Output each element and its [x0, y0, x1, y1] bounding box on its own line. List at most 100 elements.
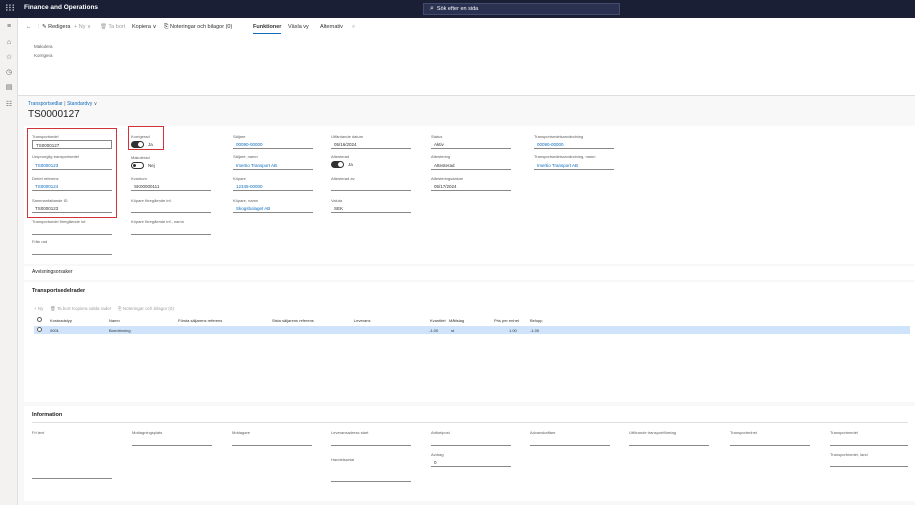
- row-pris[interactable]: 1.00: [509, 328, 517, 333]
- mottagare-field[interactable]: [232, 437, 312, 446]
- fri-text-field[interactable]: [32, 470, 112, 479]
- transportsedel-label: Transportsedel: [32, 134, 59, 139]
- col-namn[interactable]: Namn: [109, 318, 120, 323]
- col-forsta-saljare[interactable]: Första säljarens referens: [178, 318, 222, 323]
- grid-new-button[interactable]: + Ny: [34, 306, 43, 311]
- modules-list-icon[interactable]: ☷: [4, 100, 14, 110]
- tsa-link[interactable]: 00090-00000: [534, 140, 614, 149]
- foregaende-field[interactable]: [32, 226, 112, 235]
- lines-heading[interactable]: Transportsedelrader: [32, 288, 85, 294]
- attesterad-toggle[interactable]: [331, 161, 344, 168]
- ursprunglig-label: Ursprunglig transportsedel: [32, 154, 79, 159]
- fran-rad-field[interactable]: [32, 246, 112, 255]
- avdrag-field[interactable]: 0: [431, 458, 511, 467]
- utforande-field[interactable]: [629, 437, 709, 446]
- favorites-star-icon[interactable]: ☆: [4, 53, 14, 63]
- grid-copy-button[interactable]: Kopiera valda rader: [72, 306, 111, 311]
- transportmedel-field[interactable]: [830, 437, 908, 446]
- fri-text-label: Fri text: [32, 430, 45, 435]
- grid-delete-label: Ta bort: [56, 306, 71, 311]
- information-heading[interactable]: Information: [32, 412, 62, 418]
- row-namn[interactable]: Borrdrivning: [109, 328, 131, 333]
- attestdatum-label: Attesteringsdatum: [431, 176, 464, 181]
- attesterad-av-field[interactable]: [331, 182, 411, 191]
- notes-button[interactable]: ⎘ Noteringar och bilagor (0): [164, 24, 232, 31]
- menu-item-makulera[interactable]: Makulera: [34, 44, 53, 49]
- row-select-radio[interactable]: [37, 327, 42, 332]
- hamburger-menu-icon[interactable]: ≡: [4, 22, 14, 32]
- col-sista-saljare[interactable]: Sista säljarens referens: [272, 318, 314, 323]
- tab-options[interactable]: Alternativ: [320, 24, 343, 30]
- new-button[interactable]: + Ny ∨: [74, 24, 91, 30]
- sammanfattande-label: Sammanfattande ID: [32, 198, 68, 203]
- record-title: TS0000127: [28, 109, 80, 120]
- advanskaffa-label: Advanskaffare: [530, 430, 556, 435]
- kopare-namn-link[interactable]: Skogsbolaget AB: [233, 204, 313, 213]
- attestering-field[interactable]: Attesterad: [431, 161, 511, 170]
- back-button[interactable]: ←: [26, 24, 32, 30]
- korrigerad-toggle[interactable]: [131, 141, 144, 148]
- leveransadress-field[interactable]: [331, 437, 411, 446]
- global-search-input[interactable]: ⌕ Sök efter en sida: [423, 3, 620, 15]
- status-field[interactable]: Aktiv: [431, 140, 511, 149]
- view-selector[interactable]: Standardvy: [67, 101, 92, 107]
- workspaces-icon[interactable]: ▤: [4, 83, 14, 93]
- home-icon[interactable]: ⌂: [4, 38, 14, 48]
- col-belopp[interactable]: Belopp: [530, 318, 542, 323]
- saljare-namn-link[interactable]: Imertio Transport AB: [233, 161, 313, 170]
- delete-button[interactable]: 🗑 Ta bort: [100, 24, 125, 30]
- kopare-link[interactable]: 12345-00000: [233, 182, 313, 191]
- kopare-foregaende-field[interactable]: [131, 204, 211, 213]
- makulerad-toggle[interactable]: [131, 162, 144, 169]
- select-all-radio[interactable]: [37, 317, 42, 322]
- transportenhet-field[interactable]: [730, 437, 810, 446]
- valuta-field[interactable]: SEK: [331, 204, 411, 213]
- row-kostnadstyp[interactable]: 0001: [50, 328, 59, 333]
- artikel-field[interactable]: [431, 437, 511, 446]
- col-kvantitet[interactable]: Kvantitet: [430, 318, 446, 323]
- col-mattslag[interactable]: Måttslag: [449, 318, 464, 323]
- mottagningsplats-field[interactable]: [132, 437, 212, 446]
- avvisningsorsaker-heading[interactable]: Avvisningsorsaker: [32, 269, 72, 275]
- utfardande-field[interactable]: 05/16/2024: [331, 140, 411, 149]
- handelsavtal-field[interactable]: [331, 473, 411, 482]
- transportsedel-field[interactable]: TS0000127: [32, 140, 112, 149]
- col-kostnadstyp[interactable]: Kostnadstyp: [50, 318, 72, 323]
- grid-notes-button[interactable]: ⎘ Noteringar och bilagor (0): [118, 306, 174, 311]
- korrigerad-value: Ja: [148, 142, 153, 147]
- action-search-icon[interactable]: ⌕: [352, 24, 355, 31]
- col-leverans[interactable]: Leverans: [354, 318, 370, 323]
- tsa-label: Transportsedelsanvändning: [534, 134, 584, 139]
- kopare-foregaende-namn-field[interactable]: [131, 226, 211, 235]
- content-area: Transportsedlar | Standardvy ∨ TS0000127…: [18, 96, 915, 505]
- attesterad-label: Attesterad: [331, 154, 350, 159]
- edit-button[interactable]: ✎ Redigera: [42, 24, 70, 30]
- avvisningsorsaker-fasttab[interactable]: [24, 266, 915, 280]
- col-pris[interactable]: Pris per enhet: [494, 318, 519, 323]
- row-belopp[interactable]: -1.00: [530, 328, 539, 333]
- app-launcher-icon[interactable]: ⁝⁝⁝: [4, 3, 16, 15]
- copy-button[interactable]: Kopiera ∨: [132, 24, 157, 30]
- row-kvantitet[interactable]: -1.00: [429, 328, 438, 333]
- advanskaffa-field[interactable]: [530, 437, 610, 446]
- chevron-down-icon[interactable]: ∨: [94, 101, 98, 107]
- tab-switch-view[interactable]: Växla vy: [288, 24, 309, 30]
- sammanfattande-field[interactable]: TS0000123: [32, 204, 112, 213]
- attestdatum-field[interactable]: 05/17/2024: [431, 182, 511, 191]
- kopare-foregaende-namn-label: Köpare föregående inf., namn: [131, 219, 184, 224]
- ursprunglig-link[interactable]: TS0000123: [32, 161, 112, 170]
- kvantum-field[interactable]: SK00000111: [131, 182, 211, 191]
- breadcrumb-module[interactable]: Transportsedlar: [28, 101, 63, 107]
- grid-delete-button[interactable]: 🗑 Ta bort: [50, 306, 71, 312]
- saljare-link[interactable]: 00090-00000: [233, 140, 313, 149]
- mottagningsplats-label: Mottagningsplats: [132, 430, 163, 435]
- recent-clock-icon[interactable]: ◷: [4, 68, 14, 78]
- transportmedel-land-field[interactable]: [830, 458, 908, 467]
- tsa-namn-link[interactable]: Imertio Transport AB: [534, 161, 614, 170]
- menu-item-korrigera[interactable]: Korrigera: [34, 53, 53, 58]
- debit-link[interactable]: TS0000124: [32, 182, 112, 191]
- table-row[interactable]: [34, 326, 910, 334]
- tab-functions[interactable]: Funktioner: [253, 24, 282, 34]
- search-icon: ⌕: [430, 5, 434, 12]
- row-mattslag[interactable]: st: [451, 328, 454, 333]
